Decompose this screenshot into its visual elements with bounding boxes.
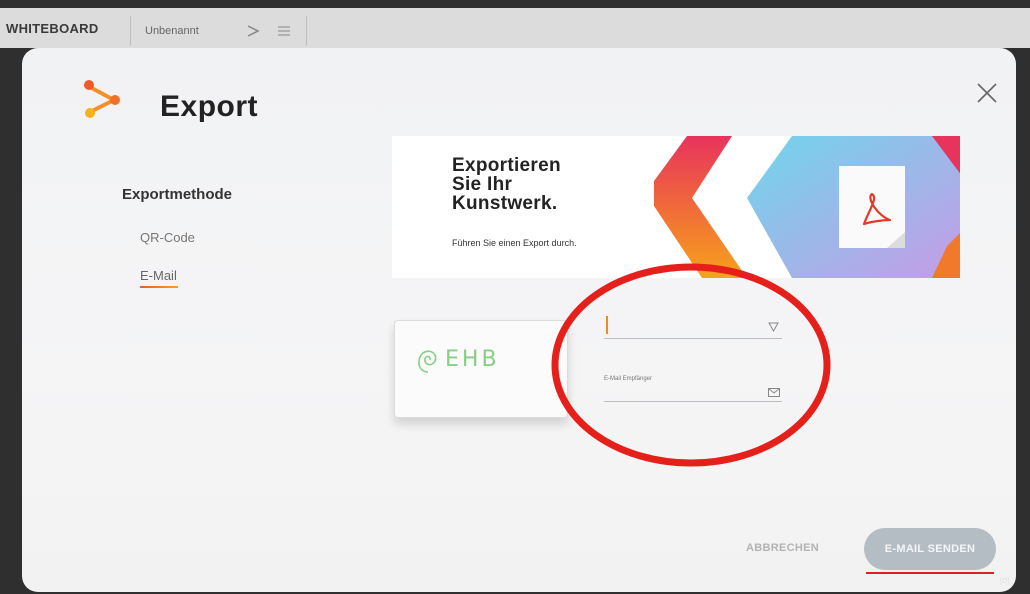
sketch-text: EHB xyxy=(445,347,500,372)
sketch-swirl-icon xyxy=(418,350,437,373)
share-logo-icon xyxy=(84,80,120,118)
highlight-circle-annotation xyxy=(551,263,831,467)
send-email-button[interactable]: E-MAIL SENDEN xyxy=(864,528,996,570)
banner-heading-line1: Exportieren xyxy=(452,155,561,176)
banner-subtext: Führen Sie einen Export durch. xyxy=(452,238,577,248)
app-title: WHITEBOARD xyxy=(6,21,99,36)
artwork-preview: EHB xyxy=(394,320,568,418)
cancel-button[interactable]: ABBRECHEN xyxy=(746,542,819,554)
document-name: Unbenannt xyxy=(145,25,199,37)
export-dialog: Export Exportmethode QR-Code E-Mail Expo… xyxy=(22,48,1016,592)
app-toolbar: WHITEBOARD Unbenannt xyxy=(0,8,1030,48)
pdf-document-icon xyxy=(839,166,905,248)
banner-illustration xyxy=(654,136,960,278)
method-email[interactable]: E-Mail xyxy=(140,268,177,283)
share-icon[interactable] xyxy=(245,22,263,40)
method-qr-code[interactable]: QR-Code xyxy=(140,230,195,245)
document-tab[interactable]: Unbenannt xyxy=(130,16,307,46)
corner-badge: [O] xyxy=(1000,578,1010,585)
close-icon[interactable] xyxy=(974,80,1000,106)
dialog-title: Export xyxy=(160,90,259,123)
selected-method-indicator xyxy=(140,286,178,288)
banner-heading-line2: Sie Ihr xyxy=(452,174,513,195)
export-method-heading: Exportmethode xyxy=(122,186,233,203)
send-button-underline-annotation xyxy=(866,572,994,574)
banner-heading: Exportieren Sie Ihr Kunstwerk. xyxy=(452,156,561,213)
menu-icon[interactable] xyxy=(277,24,291,38)
banner-heading-line3: Kunstwerk. xyxy=(452,193,558,214)
export-banner: Exportieren Sie Ihr Kunstwerk. Führen Si… xyxy=(392,136,960,278)
